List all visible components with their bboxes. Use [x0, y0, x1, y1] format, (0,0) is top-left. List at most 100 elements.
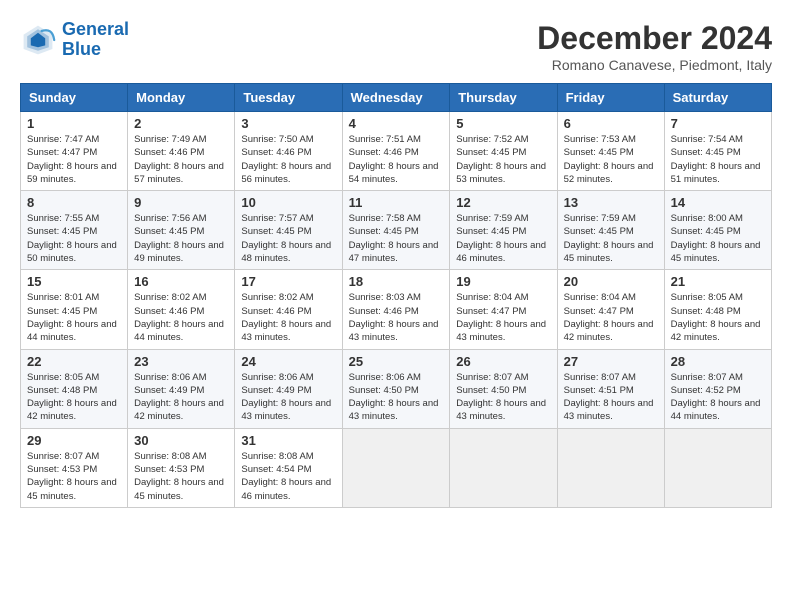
day-info: Sunrise: 7:58 AMSunset: 4:45 PMDaylight:…: [349, 212, 444, 265]
day-number: 31: [241, 433, 335, 448]
day-info: Sunrise: 7:47 AMSunset: 4:47 PMDaylight:…: [27, 133, 121, 186]
calendar-cell: 2Sunrise: 7:49 AMSunset: 4:46 PMDaylight…: [128, 112, 235, 191]
day-info: Sunrise: 7:54 AMSunset: 4:45 PMDaylight:…: [671, 133, 765, 186]
day-info: Sunrise: 8:06 AMSunset: 4:49 PMDaylight:…: [241, 371, 335, 424]
calendar-cell: 5 Sunrise: 7:52 AMSunset: 4:45 PMDaylight…: [450, 112, 557, 191]
day-number: 5: [456, 116, 550, 131]
month-title: December 2024: [537, 20, 772, 57]
day-number: 24: [241, 354, 335, 369]
day-info: Sunrise: 8:01 AMSunset: 4:45 PMDaylight:…: [27, 291, 121, 344]
day-number: 3: [241, 116, 335, 131]
calendar-cell: 25 Sunrise: 8:06 AMSunset: 4:50 PMDayligh…: [342, 349, 450, 428]
day-info: Sunrise: 7:56 AMSunset: 4:45 PMDaylight:…: [134, 212, 228, 265]
day-number: 20: [564, 274, 658, 289]
logo-icon: [20, 22, 56, 58]
calendar-cell: 1 Sunrise: 7:47 AMSunset: 4:47 PMDaylight…: [21, 112, 128, 191]
logo-text: General Blue: [62, 20, 129, 60]
calendar-cell: 22Sunrise: 8:05 AMSunset: 4:48 PMDayligh…: [21, 349, 128, 428]
day-info: Sunrise: 7:53 AMSunset: 4:45 PMDaylight:…: [564, 133, 658, 186]
day-info: Sunrise: 8:06 AMSunset: 4:50 PMDaylight:…: [349, 371, 444, 424]
day-info: Sunrise: 7:52 AMSunset: 4:45 PMDaylight:…: [456, 133, 550, 186]
calendar-week-row: 1 Sunrise: 7:47 AMSunset: 4:47 PMDaylight…: [21, 112, 772, 191]
day-info: Sunrise: 8:08 AMSunset: 4:53 PMDaylight:…: [134, 450, 228, 503]
day-number: 8: [27, 195, 121, 210]
weekday-header: Saturday: [664, 84, 771, 112]
day-info: Sunrise: 8:07 AMSunset: 4:53 PMDaylight:…: [27, 450, 121, 503]
day-info: Sunrise: 8:03 AMSunset: 4:46 PMDaylight:…: [349, 291, 444, 344]
calendar-cell: 17Sunrise: 8:02 AMSunset: 4:46 PMDayligh…: [235, 270, 342, 349]
logo: General Blue: [20, 20, 129, 60]
calendar-cell: 14Sunrise: 8:00 AMSunset: 4:45 PMDayligh…: [664, 191, 771, 270]
day-number: 25: [349, 354, 444, 369]
weekday-header: Friday: [557, 84, 664, 112]
calendar-cell: 28 Sunrise: 8:07 AMSunset: 4:52 PMDayligh…: [664, 349, 771, 428]
calendar-cell: 24 Sunrise: 8:06 AMSunset: 4:49 PMDayligh…: [235, 349, 342, 428]
day-info: Sunrise: 8:04 AMSunset: 4:47 PMDaylight:…: [564, 291, 658, 344]
calendar-cell: 6 Sunrise: 7:53 AMSunset: 4:45 PMDaylight…: [557, 112, 664, 191]
calendar-week-row: 22Sunrise: 8:05 AMSunset: 4:48 PMDayligh…: [21, 349, 772, 428]
weekday-header: Sunday: [21, 84, 128, 112]
day-number: 30: [134, 433, 228, 448]
weekday-header: Tuesday: [235, 84, 342, 112]
day-number: 13: [564, 195, 658, 210]
day-number: 6: [564, 116, 658, 131]
day-number: 21: [671, 274, 765, 289]
day-info: Sunrise: 8:07 AMSunset: 4:51 PMDaylight:…: [564, 371, 658, 424]
calendar-cell: [557, 428, 664, 507]
calendar-cell: 10Sunrise: 7:57 AMSunset: 4:45 PMDayligh…: [235, 191, 342, 270]
day-number: 11: [349, 195, 444, 210]
day-info: Sunrise: 8:04 AMSunset: 4:47 PMDaylight:…: [456, 291, 550, 344]
day-number: 4: [349, 116, 444, 131]
day-number: 29: [27, 433, 121, 448]
calendar-cell: 9Sunrise: 7:56 AMSunset: 4:45 PMDaylight…: [128, 191, 235, 270]
day-info: Sunrise: 7:50 AMSunset: 4:46 PMDaylight:…: [241, 133, 335, 186]
page-header: General Blue December 2024 Romano Canave…: [20, 20, 772, 73]
calendar-cell: 3 Sunrise: 7:50 AMSunset: 4:46 PMDaylight…: [235, 112, 342, 191]
day-info: Sunrise: 7:49 AMSunset: 4:46 PMDaylight:…: [134, 133, 228, 186]
day-info: Sunrise: 8:08 AMSunset: 4:54 PMDaylight:…: [241, 450, 335, 503]
weekday-header-row: SundayMondayTuesdayWednesdayThursdayFrid…: [21, 84, 772, 112]
title-block: December 2024 Romano Canavese, Piedmont,…: [537, 20, 772, 73]
calendar-table: SundayMondayTuesdayWednesdayThursdayFrid…: [20, 83, 772, 508]
calendar-week-row: 15 Sunrise: 8:01 AMSunset: 4:45 PMDayligh…: [21, 270, 772, 349]
day-number: 18: [349, 274, 444, 289]
day-info: Sunrise: 8:05 AMSunset: 4:48 PMDaylight:…: [27, 371, 121, 424]
day-number: 16: [134, 274, 228, 289]
weekday-header: Monday: [128, 84, 235, 112]
day-info: Sunrise: 7:51 AMSunset: 4:46 PMDaylight:…: [349, 133, 444, 186]
location: Romano Canavese, Piedmont, Italy: [537, 57, 772, 73]
calendar-cell: 16 Sunrise: 8:02 AMSunset: 4:46 PMDayligh…: [128, 270, 235, 349]
day-info: Sunrise: 7:57 AMSunset: 4:45 PMDaylight:…: [241, 212, 335, 265]
day-number: 26: [456, 354, 550, 369]
calendar-cell: 18 Sunrise: 8:03 AMSunset: 4:46 PMDayligh…: [342, 270, 450, 349]
calendar-cell: 26 Sunrise: 8:07 AMSunset: 4:50 PMDayligh…: [450, 349, 557, 428]
calendar-cell: 4 Sunrise: 7:51 AMSunset: 4:46 PMDaylight…: [342, 112, 450, 191]
day-info: Sunrise: 8:07 AMSunset: 4:52 PMDaylight:…: [671, 371, 765, 424]
calendar-cell: [664, 428, 771, 507]
day-number: 23: [134, 354, 228, 369]
calendar-cell: 15 Sunrise: 8:01 AMSunset: 4:45 PMDayligh…: [21, 270, 128, 349]
day-number: 15: [27, 274, 121, 289]
day-info: Sunrise: 7:55 AMSunset: 4:45 PMDaylight:…: [27, 212, 121, 265]
calendar-cell: 19 Sunrise: 8:04 AMSunset: 4:47 PMDayligh…: [450, 270, 557, 349]
calendar-cell: [342, 428, 450, 507]
calendar-cell: 31 Sunrise: 8:08 AMSunset: 4:54 PMDayligh…: [235, 428, 342, 507]
day-info: Sunrise: 8:07 AMSunset: 4:50 PMDaylight:…: [456, 371, 550, 424]
calendar-cell: 12Sunrise: 7:59 AMSunset: 4:45 PMDayligh…: [450, 191, 557, 270]
calendar-cell: 13 Sunrise: 7:59 AMSunset: 4:45 PMDayligh…: [557, 191, 664, 270]
day-number: 28: [671, 354, 765, 369]
day-number: 14: [671, 195, 765, 210]
calendar-cell: 20 Sunrise: 8:04 AMSunset: 4:47 PMDayligh…: [557, 270, 664, 349]
day-number: 1: [27, 116, 121, 131]
calendar-cell: 8 Sunrise: 7:55 AMSunset: 4:45 PMDaylight…: [21, 191, 128, 270]
weekday-header: Thursday: [450, 84, 557, 112]
calendar-cell: 30 Sunrise: 8:08 AMSunset: 4:53 PMDayligh…: [128, 428, 235, 507]
day-info: Sunrise: 8:02 AMSunset: 4:46 PMDaylight:…: [134, 291, 228, 344]
day-info: Sunrise: 7:59 AMSunset: 4:45 PMDaylight:…: [456, 212, 550, 265]
day-number: 27: [564, 354, 658, 369]
calendar-cell: 23Sunrise: 8:06 AMSunset: 4:49 PMDayligh…: [128, 349, 235, 428]
calendar-week-row: 8 Sunrise: 7:55 AMSunset: 4:45 PMDaylight…: [21, 191, 772, 270]
calendar-cell: [450, 428, 557, 507]
day-info: Sunrise: 7:59 AMSunset: 4:45 PMDaylight:…: [564, 212, 658, 265]
day-number: 19: [456, 274, 550, 289]
